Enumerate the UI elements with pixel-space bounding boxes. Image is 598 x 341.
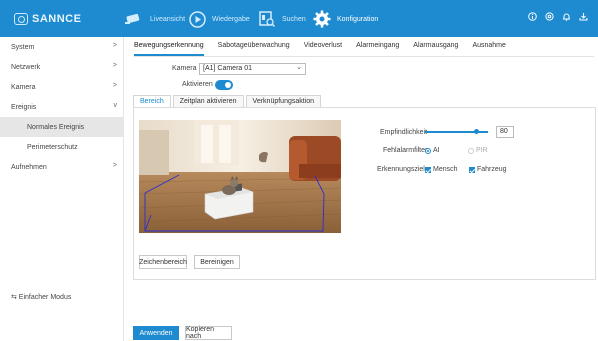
sidebar-item-system[interactable]: System > [0, 37, 124, 57]
chevron-down-icon: v [113, 102, 118, 109]
sidebar-item-label: Normales Ereignis [27, 123, 85, 131]
settings-icon[interactable] [545, 12, 554, 21]
sidebar-item-label: Aufnehmen [11, 163, 47, 171]
search-doc-icon [259, 11, 276, 28]
simple-mode-link[interactable]: ⇆ Einfacher Modus [11, 293, 71, 301]
chevron-right-icon: > [112, 42, 117, 49]
clear-area-button[interactable]: Bereinigen [194, 255, 240, 269]
camera-select-value: [A1] Camera 01 [203, 65, 253, 72]
nav-playback[interactable]: Wiedergabe [189, 9, 250, 29]
pir-radio-label: PIR [476, 147, 488, 154]
sidebar-item-normal-event[interactable]: Normales Ereignis [0, 117, 124, 137]
person-checkbox[interactable] [425, 167, 431, 173]
top-navigation-bar: SANNCE Liveansicht Wiedergabe Suchen Kon… [0, 0, 598, 37]
nav-configuration[interactable]: Konfiguration [313, 9, 378, 29]
false-alarm-label: Fehlalarmfilter [383, 147, 428, 154]
sidebar-item-recording[interactable]: Aufnehmen > [0, 157, 124, 177]
vehicle-checkbox-label: Fahrzeug [477, 166, 507, 173]
sidebar-item-label: Perimeterschutz [27, 143, 78, 151]
bell-icon[interactable] [562, 12, 571, 21]
sensitivity-label: Empfindlichkeit [380, 129, 428, 136]
sidebar-item-camera[interactable]: Kamera > [0, 77, 124, 97]
tab-tamper[interactable]: Sabotageüberwachung [218, 42, 290, 56]
event-type-tabs: Bewegungserkennung Sabotageüberwachung V… [134, 42, 520, 56]
sidebar-item-label: Ereignis [11, 103, 37, 111]
tab-divider [134, 56, 594, 57]
tab-alarm-input[interactable]: Alarmeingang [356, 42, 399, 56]
tab-schedule[interactable]: Zeitplan aktivieren [172, 95, 244, 107]
chevron-down-icon: ⌄ [296, 64, 302, 71]
chevron-right-icon: > [112, 162, 117, 169]
tab-video-loss[interactable]: Videoverlust [304, 42, 342, 56]
nav-search-label: Suchen [282, 15, 306, 23]
nav-playback-label: Wiedergabe [212, 15, 250, 23]
sidebar-item-network[interactable]: Netzwerk > [0, 57, 124, 77]
chevron-right-icon: > [112, 82, 117, 89]
enable-toggle[interactable] [215, 80, 233, 90]
chevron-right-icon: > [112, 62, 117, 69]
sidebar-item-label: System [11, 43, 35, 51]
sidebar-item-label: Netzwerk [11, 63, 41, 71]
pir-radio[interactable] [468, 148, 474, 154]
tab-exception[interactable]: Ausnahme [472, 42, 505, 56]
nav-search[interactable]: Suchen [258, 9, 306, 29]
sub-tabs: Bereich Zeitplan aktivieren Verknüpfungs… [133, 95, 323, 107]
camera-select[interactable]: [A1] Camera 01 ⌄ [199, 63, 306, 75]
camera-icon [125, 13, 140, 24]
gear-icon [313, 10, 331, 28]
camera-preview-image[interactable] [139, 120, 341, 233]
camera-label: Kamera [172, 65, 197, 72]
brand-name: SANNCE [32, 13, 82, 25]
brand-logo: SANNCE [14, 11, 81, 27]
top-icon-group [528, 12, 588, 21]
sidebar-item-perimeter[interactable]: Perimeterschutz [0, 137, 124, 157]
apply-button[interactable]: Anwenden [133, 326, 179, 340]
nav-configuration-label: Konfiguration [337, 15, 379, 23]
play-icon [189, 10, 206, 28]
tab-linkage-action[interactable]: Verknüpfungsaktion [245, 95, 322, 107]
draw-area-button[interactable]: Zeichenbereich [139, 255, 187, 269]
tab-area[interactable]: Bereich [133, 95, 171, 107]
sidebar-item-label: Kamera [11, 83, 36, 91]
preview-scene [139, 120, 341, 233]
enable-label: Aktivieren [182, 81, 213, 88]
sensitivity-slider-handle[interactable] [473, 129, 479, 134]
sensitivity-input[interactable]: 80 [496, 126, 514, 138]
tab-alarm-output[interactable]: Alarmausgang [413, 42, 458, 56]
nav-liveview[interactable]: Liveansicht [124, 9, 185, 29]
ai-radio-label: AI [433, 147, 440, 154]
ai-radio[interactable] [425, 148, 431, 154]
person-checkbox-label: Mensch [433, 166, 458, 173]
copy-to-button[interactable]: Kopieren nach [185, 326, 232, 340]
vehicle-checkbox[interactable] [469, 167, 475, 173]
tab-motion-detection[interactable]: Bewegungserkennung [134, 42, 204, 56]
camera-logo-icon [14, 13, 28, 25]
download-icon[interactable] [579, 12, 588, 21]
info-icon[interactable] [528, 12, 537, 21]
detection-target-label: Erkennungsziel [377, 166, 425, 173]
nav-liveview-label: Liveansicht [150, 15, 186, 23]
sidebar-item-event[interactable]: Ereignis v [0, 97, 124, 117]
